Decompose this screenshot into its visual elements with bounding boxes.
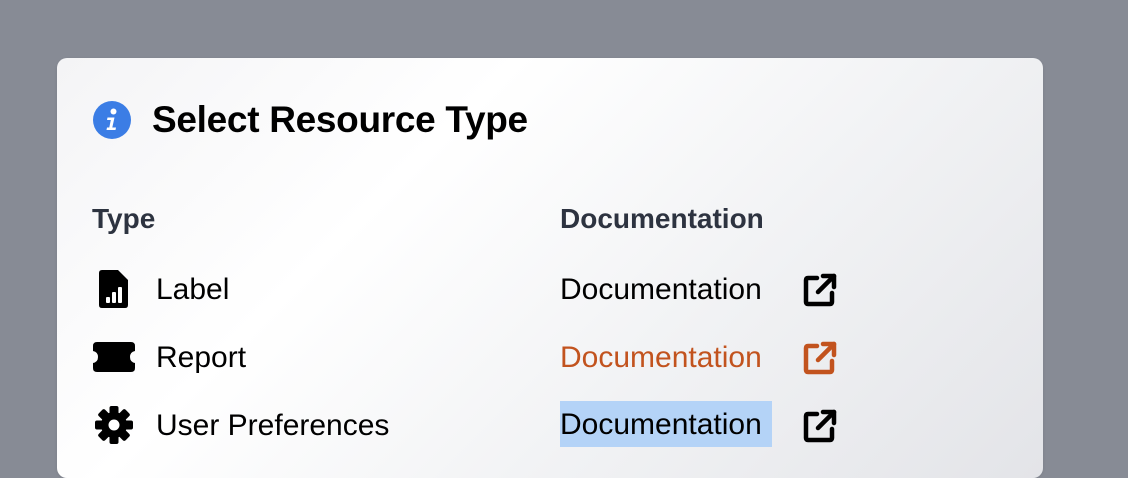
- dialog-title: Select Resource Type: [152, 99, 528, 140]
- resource-row-report[interactable]: Report Documentation: [57, 333, 1043, 381]
- column-header-type: Type: [92, 203, 156, 234]
- column-header-documentation: Documentation: [560, 203, 764, 234]
- documentation-link[interactable]: Documentation: [560, 401, 772, 447]
- resource-type-dialog: Select Resource Type Type Documentation …: [57, 58, 1043, 478]
- external-link-icon[interactable]: [802, 272, 838, 308]
- resource-type-label: Label: [156, 273, 230, 306]
- resource-row-user-preferences[interactable]: User Preferences Documentation: [57, 401, 1043, 449]
- resource-type-label: Report: [156, 341, 247, 374]
- resource-row-label[interactable]: Label Documentation: [57, 265, 1043, 313]
- file-chart-icon: [93, 270, 135, 308]
- resource-type-label: User Preferences: [156, 409, 390, 442]
- dialog-header: Select Resource Type: [93, 98, 528, 142]
- gear-icon: [93, 406, 135, 444]
- external-link-icon[interactable]: [802, 340, 838, 376]
- external-link-icon[interactable]: [802, 408, 838, 444]
- documentation-link[interactable]: Documentation: [560, 341, 762, 375]
- ticket-icon: [93, 339, 135, 375]
- documentation-link[interactable]: Documentation: [560, 273, 762, 307]
- info-circle-icon: [93, 101, 131, 139]
